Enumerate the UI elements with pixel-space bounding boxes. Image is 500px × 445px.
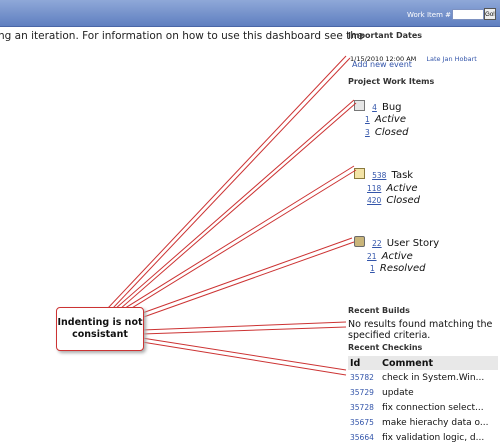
checkin-id-link[interactable]: 35675 [348,415,380,430]
pointer-line [137,241,355,320]
project-work-items-title: Project Work Items [348,77,435,86]
pointer-line [141,326,347,335]
recent-builds-message: No results found matching the specified … [348,319,493,341]
work-item-label: Work Item # [407,11,451,19]
pointer-line [114,99,355,310]
checkins-table: Id Comment 35782 check in System.Win... … [348,356,498,445]
pointer-line [141,321,347,331]
add-event-link[interactable]: Add new event [352,60,412,69]
recent-builds-title: Recent Builds [348,306,410,315]
checkins-header-row: Id Comment [348,356,498,370]
table-row: 35782 check in System.Win... [348,370,498,385]
checkin-id-link[interactable]: 35664 [348,430,380,445]
bug-icon [354,100,365,111]
callout-text: Indenting is not consistant [57,317,142,341]
top-bar: Work Item # Go! [0,0,500,27]
annotation-callout: Indenting is not consistant [56,307,144,351]
intro-text: ng an iteration. For information on how … [0,30,364,42]
bug-state-closed: 3 Closed [365,120,408,139]
bug-closed-count[interactable]: 3 [365,128,370,137]
pointer-line [126,169,357,312]
pointer-line [141,341,347,376]
checkin-comment: check in System.Win... [382,372,485,383]
callout-line-1: Indenting is not [57,317,143,328]
pointer-line [141,337,347,371]
table-row: 35728 fix connection select... [348,400,498,415]
story-state-resolved: 1 Resolved [370,256,426,275]
task-closed-count[interactable]: 420 [367,196,381,205]
task-closed-label: Closed [386,195,421,206]
table-row: 35675 make hierachy data o... [348,415,498,430]
bug-closed-label: Closed [374,127,409,138]
checkin-comment: update [382,387,414,398]
story-resolved-label: Resolved [379,263,426,274]
user-story-icon [354,236,365,247]
task-state-closed: 420 Closed [367,188,420,207]
work-item-input[interactable] [452,9,484,20]
checkin-id-link[interactable]: 35729 [348,385,380,400]
pointer-line [107,55,347,309]
go-button[interactable]: Go! [484,8,496,20]
table-row: 35664 fix validation logic, d... [348,430,498,445]
checkin-comment: fix connection select... [382,402,484,413]
important-dates-title: Important Dates [348,31,423,40]
column-header-id[interactable]: Id [348,356,380,370]
task-icon [354,168,365,179]
story-resolved-count[interactable]: 1 [370,264,375,273]
pointer-line [121,165,355,311]
event-link[interactable]: Late Jan Hobart [426,55,477,63]
recent-checkins-title: Recent Checkins [348,343,423,352]
checkin-id-link[interactable]: 35782 [348,370,380,385]
pointer-line [119,102,357,310]
callout-line-2: consistant [72,329,128,340]
pointer-line [133,237,353,317]
checkin-id-link[interactable]: 35728 [348,400,380,415]
checkin-comment: make hierachy data o... [382,417,489,428]
checkin-comment: fix validation logic, d... [382,432,485,443]
table-row: 35729 update [348,385,498,400]
column-header-comment[interactable]: Comment [380,356,498,370]
pointer-line [112,57,351,309]
